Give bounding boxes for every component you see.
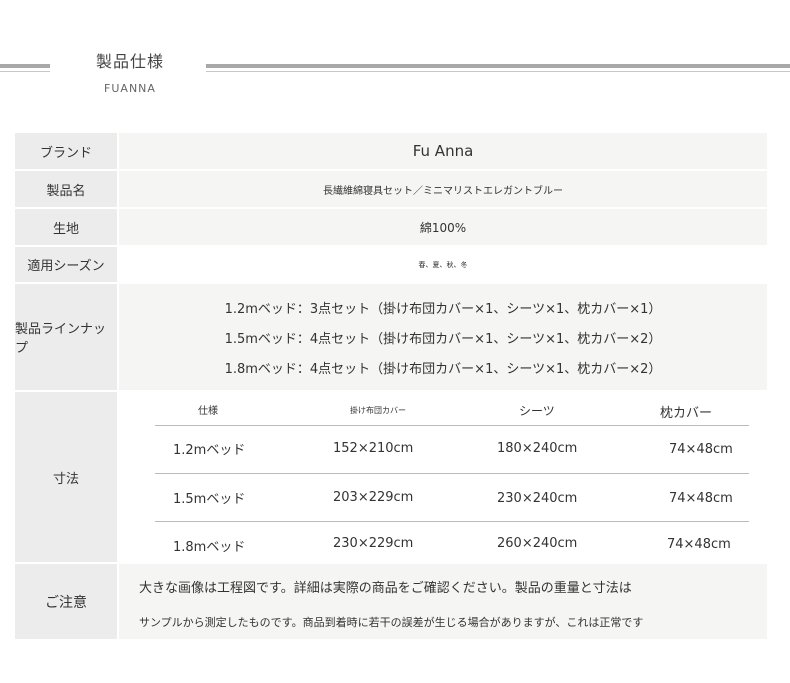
size-row1-sheet: 180×240cm — [497, 441, 578, 456]
size-divider — [155, 473, 749, 474]
spec-value-notice: 大きな画像は工程図です。詳細は実際の商品をご確認ください。製品の重量と寸法は サ… — [119, 564, 767, 639]
size-row1-duvet: 152×210cm — [333, 441, 414, 456]
page-title: 製品仕様 — [95, 52, 164, 71]
size-row1-pillow: 74×48cm — [669, 442, 733, 457]
size-row1-spec: 1.2mベッド — [173, 443, 246, 458]
header-thin-rule-left — [0, 71, 50, 72]
size-table: 仕様 掛け布団カバー シーツ 枕カバー 1.2mベッド 152×210cm 18… — [155, 392, 765, 561]
spec-value-brand: Fu Anna — [119, 133, 767, 169]
spec-label-notice: ご注意 — [15, 564, 117, 639]
size-row3-spec: 1.8mベッド — [173, 540, 246, 555]
spec-row-brand: ブランド Fu Anna — [15, 133, 767, 169]
size-row3-duvet: 230×229cm — [333, 536, 414, 551]
lineup-item: 1.8mベッド：4点セット（掛け布団カバー×1、シーツ×1、枕カバー×2） — [224, 361, 662, 377]
size-header-spec: 仕様 — [198, 406, 218, 417]
size-row2-pillow: 74×48cm — [669, 491, 733, 506]
spec-value-product-name: 長繊維綿寝具セット／ミニマリストエレガントブルー — [119, 171, 767, 207]
spec-value-lineup: 1.2mベッド：3点セット（掛け布団カバー×1、シーツ×1、枕カバー×1） 1.… — [119, 284, 767, 390]
size-row3-sheet: 260×240cm — [497, 536, 578, 551]
header-rule-left — [0, 64, 50, 68]
spec-label-brand: ブランド — [15, 133, 117, 169]
size-header-pillow: 枕カバー — [660, 406, 713, 421]
spec-label-product-name: 製品名 — [15, 171, 117, 207]
size-divider — [155, 425, 749, 426]
header-badge: 製品仕様 FUANNA — [60, 40, 200, 102]
size-divider — [155, 521, 749, 522]
spec-row-lineup: 製品ラインナップ 1.2mベッド：3点セット（掛け布団カバー×1、シーツ×1、枕… — [15, 284, 767, 390]
size-row3-pillow: 74×48cm — [667, 537, 731, 552]
size-row2-duvet: 203×229cm — [333, 490, 414, 505]
notice-line: 大きな画像は工程図です。詳細は実際の商品をご確認ください。製品の重量と寸法は — [139, 581, 632, 596]
page-subtitle: FUANNA — [104, 82, 156, 95]
spec-label-lineup: 製品ラインナップ — [15, 284, 117, 390]
spec-value-fabric: 綿100% — [119, 209, 767, 245]
size-header-sheet: シーツ — [519, 404, 555, 418]
lineup-item: 1.5mベッド：4点セット（掛け布団カバー×1、シーツ×1、枕カバー×2） — [224, 331, 662, 347]
lineup-item: 1.2mベッド：3点セット（掛け布団カバー×1、シーツ×1、枕カバー×1） — [224, 301, 662, 317]
notice-line: サンプルから測定したものです。商品到着時に若干の誤差が生じる場合がありますが、こ… — [139, 616, 644, 629]
size-header-duvet: 掛け布団カバー — [350, 406, 406, 415]
size-row2-spec: 1.5mベッド — [173, 492, 246, 507]
spec-label-season: 適用シーズン — [15, 247, 117, 282]
spec-label-fabric: 生地 — [15, 209, 117, 245]
spec-row-season: 適用シーズン 春、夏、秋、冬 — [15, 247, 767, 282]
spec-row-product-name: 製品名 長繊維綿寝具セット／ミニマリストエレガントブルー — [15, 171, 767, 207]
spec-row-fabric: 生地 綿100% — [15, 209, 767, 245]
size-row2-sheet: 230×240cm — [497, 491, 578, 506]
spec-row-size: 寸法 仕様 掛け布団カバー シーツ 枕カバー 1.2mベッド 152×210cm… — [15, 392, 767, 562]
spec-label-size: 寸法 — [15, 392, 117, 562]
spec-row-notice: ご注意 大きな画像は工程図です。詳細は実際の商品をご確認ください。製品の重量と寸… — [15, 564, 767, 639]
spec-value-season: 春、夏、秋、冬 — [119, 247, 767, 282]
header-rule-right — [206, 64, 790, 68]
header-thin-rule-right — [206, 71, 790, 72]
